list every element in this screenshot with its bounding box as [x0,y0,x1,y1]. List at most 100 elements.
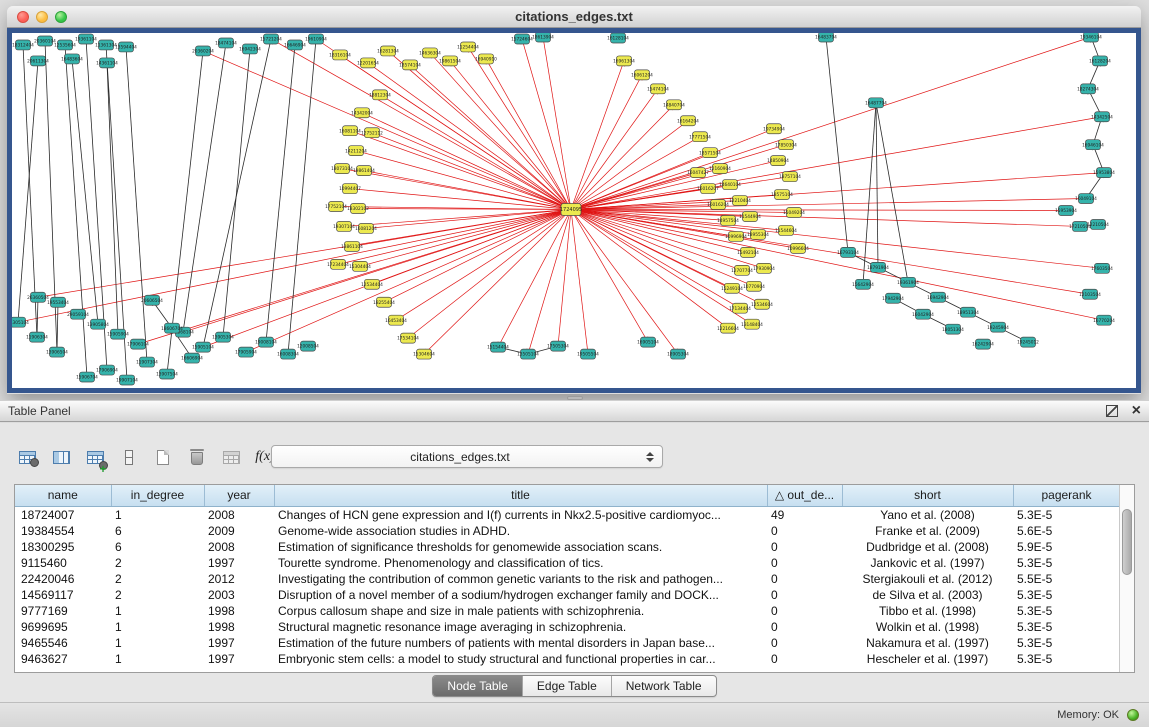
graph-node[interactable]: 14305104 [12,317,29,327]
graph-node[interactable]: 13148404 [741,319,763,329]
graph-node[interactable]: 19907104 [116,375,138,385]
graph-node[interactable]: 29059104 [67,309,89,319]
graph-node[interactable]: 14342004 [351,108,373,118]
graph-node[interactable]: 19861404 [353,166,375,176]
graph-node[interactable]: 13594404 [115,42,137,52]
graph-node[interactable]: 12534604 [751,299,773,309]
graph-node[interactable]: 17534104 [397,333,419,343]
import-table-button[interactable] [218,445,244,469]
graph-node[interactable]: 12160904 [709,164,731,174]
graph-node[interactable]: 14850904 [767,156,789,166]
scrollbar-thumb[interactable] [1122,509,1132,575]
graph-node[interactable]: 19505504 [577,349,599,359]
column-header[interactable]: in_degree [111,485,204,506]
graph-node[interactable]: 19361104 [75,34,97,44]
graph-node[interactable]: 15474104 [647,84,669,94]
graph-node[interactable]: 17134404 [729,303,751,313]
graph-node[interactable]: 18575104 [771,190,793,200]
graph-node[interactable]: 19245904 [987,322,1009,332]
graph-node[interactable]: 18302102 [347,204,369,214]
graph-node[interactable]: 10996904 [725,231,747,241]
graph-node[interactable]: 19861504 [439,56,461,66]
close-window-icon[interactable] [17,11,29,23]
graph-node[interactable]: 15721204 [260,34,282,44]
graph-node[interactable]: 18613904 [532,33,554,42]
column-header[interactable]: title [274,485,767,506]
graph-node[interactable]: 16483794 [815,33,837,42]
graph-node[interactable]: 11361304 [95,40,117,50]
graph-node[interactable]: 16281304 [377,46,399,56]
graph-node[interactable]: 16942904 [927,292,949,302]
graph-node[interactable]: 16905104 [637,337,659,347]
graph-node[interactable]: 15953804 [1093,168,1115,178]
graph-node[interactable]: 14361104 [96,58,118,68]
graph-node[interactable]: 15905904 [107,329,129,339]
graph-node[interactable]: 13905804 [87,319,109,329]
graph-node[interactable]: 16940910 [475,54,497,64]
tab-node-table[interactable]: Node Table [433,676,523,696]
new-table-button[interactable] [150,445,176,469]
table-selector[interactable]: citations_edges.txt [271,445,663,468]
zoom-window-icon[interactable] [55,11,67,23]
graph-node[interactable]: 18316104 [329,50,351,60]
graph-node[interactable]: 17771504 [689,132,711,142]
graph-node[interactable]: 16606904 [181,353,203,363]
graph-node[interactable]: 16061204 [631,70,653,80]
graph-node[interactable]: 16128104 [607,33,629,43]
new-column-button[interactable] [82,445,108,469]
graph-node[interactable]: 16946104 [1082,140,1104,150]
graph-node[interactable]: 16453404 [385,315,407,325]
tab-network-table[interactable]: Network Table [612,676,716,696]
graph-node[interactable]: 12216604 [717,323,739,333]
graph-node[interactable]: 17906904 [96,365,118,375]
table-row[interactable]: 977716911998Corpus callosum shape and si… [15,603,1119,619]
graph-node[interactable]: 18073104 [331,164,353,174]
graph-node[interactable]: 15304404 [349,261,371,271]
graph-node[interactable]: 13505104 [517,349,539,359]
graph-node[interactable]: 18951304 [957,307,979,317]
table-mode-button[interactable] [14,445,40,469]
graph-node[interactable]: 11906304 [26,332,48,342]
graph-node[interactable]: 18791904 [867,262,889,272]
graph-node[interactable]: 15906704 [76,372,98,382]
graph-node[interactable]: 16016207 [697,184,719,194]
column-header[interactable]: year [204,485,274,506]
graph-node[interactable]: 17850304 [775,140,797,150]
graph-node[interactable]: 19008104 [255,337,277,347]
graph-node[interactable]: 17752104 [325,202,347,212]
graph-node[interactable]: 16164204 [677,116,699,126]
graph-node[interactable]: 16961304 [613,56,635,66]
graph-node[interactable]: 16081104 [339,126,361,136]
table-row[interactable]: 911546021997Tourette syndrome. Phenomeno… [15,555,1119,571]
graph-node[interactable]: 16483604 [61,54,83,64]
delete-table-button[interactable] [184,445,210,469]
graph-node[interactable]: 19610904 [305,34,327,44]
graph-node[interactable]: 11254404 [457,42,479,52]
graph-node[interactable]: 10994407 [339,184,361,194]
graph-node[interactable]: 17234404 [327,259,349,269]
graph-node[interactable]: 11907304 [136,357,158,367]
graph-node[interactable]: 11544604 [775,225,797,235]
row-height-button[interactable] [116,445,142,469]
graph-node[interactable]: 16049104 [1075,194,1097,204]
graph-node[interactable]: 18474104 [215,38,237,48]
table-row[interactable]: 1456911722003Disruption of a novel membe… [15,587,1119,603]
graph-node[interactable]: 10770904 [743,281,765,291]
graph-node[interactable]: 16793104 [837,247,859,257]
graph-node[interactable]: 15249104 [721,283,743,293]
graph-node[interactable]: 12008504 [297,341,319,351]
graph-node[interactable]: 18255404 [373,297,395,307]
network-canvas[interactable]: 1724095183161041220165416281304185741041… [12,33,1136,388]
close-panel-icon[interactable]: × [1132,405,1141,417]
graph-node[interactable]: 18274304 [1077,84,1099,94]
table-scrollbar[interactable] [1119,485,1134,672]
table-row[interactable]: 1938455462009Genome-wide association stu… [15,523,1119,539]
graph-node[interactable]: 16942304 [239,44,261,54]
graph-node[interactable]: 19361904 [897,277,919,287]
graph-node[interactable]: 13906504 [46,347,68,357]
show-columns-button[interactable] [48,445,74,469]
graph-node[interactable]: 18312404 [12,40,34,50]
graph-node[interactable]: 18812304 [369,90,391,100]
graph-node[interactable]: 16770204 [1093,315,1115,325]
graph-node[interactable]: 18606704 [161,323,183,333]
